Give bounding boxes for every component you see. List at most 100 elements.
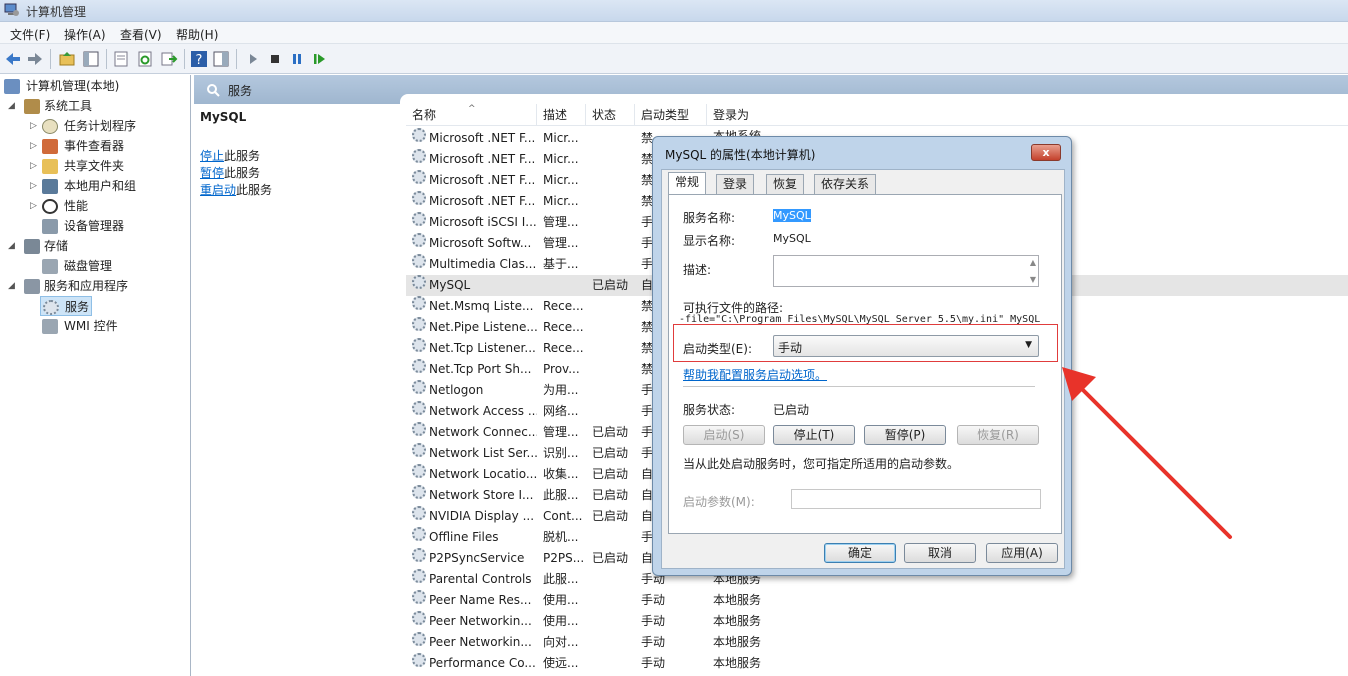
- gear-icon: [412, 317, 426, 331]
- stop-button[interactable]: 停止(T): [773, 425, 855, 445]
- sort-ascending-icon: ^: [468, 104, 476, 114]
- cell-status: 已启动: [592, 467, 629, 481]
- gear-icon: [412, 338, 426, 352]
- service-detail-pane: MySQL 停止此服务 暂停此服务 重启动此服务: [194, 104, 400, 676]
- cell-name: Network Locatio...: [429, 467, 537, 481]
- ok-button[interactable]: 确定: [824, 543, 896, 563]
- up-folder-icon[interactable]: [58, 50, 76, 68]
- refresh-icon[interactable]: [136, 50, 154, 68]
- show-action-pane-icon[interactable]: [212, 50, 230, 68]
- restart-service-icon[interactable]: [310, 50, 328, 68]
- cell-name: Microsoft Softw...: [429, 236, 532, 250]
- cell-status: 已启动: [592, 425, 629, 439]
- collapse-arrow-icon[interactable]: ◢: [8, 236, 18, 256]
- stop-service-link[interactable]: 停止: [200, 149, 224, 163]
- cell-name: Net.Tcp Port Sh...: [429, 362, 532, 376]
- export-list-icon[interactable]: [160, 50, 178, 68]
- pause-button[interactable]: 暂停(P): [864, 425, 946, 445]
- tree-item-event-viewer[interactable]: ▷ 事件查看器: [30, 136, 188, 156]
- cell-name: NVIDIA Display ...: [429, 509, 535, 523]
- menu-action[interactable]: 操作(A): [64, 26, 106, 43]
- cell-description: 为用...: [543, 383, 579, 397]
- column-header-logon[interactable]: 登录为: [707, 104, 767, 126]
- start-params-hint: 当从此处启动服务时，您可指定所适用的启动参数。: [683, 457, 960, 471]
- tree-item-root[interactable]: 计算机管理(本地): [4, 76, 189, 96]
- column-header-description[interactable]: 描述: [537, 104, 586, 126]
- expand-arrow-icon[interactable]: ▷: [30, 116, 40, 136]
- cell-status: 已启动: [592, 446, 629, 460]
- divider: [683, 386, 1035, 387]
- resume-button[interactable]: 恢复(R): [957, 425, 1039, 445]
- table-row[interactable]: Peer Networkin... 使用... 手动 本地服务: [406, 611, 1348, 632]
- properties-icon[interactable]: [112, 50, 130, 68]
- forward-arrow-icon[interactable]: [26, 50, 44, 68]
- expand-arrow-icon[interactable]: ▷: [30, 156, 40, 176]
- expand-arrow-icon[interactable]: ▷: [30, 136, 40, 156]
- menu-file[interactable]: 文件(F): [10, 26, 50, 43]
- pause-service-link[interactable]: 暂停: [200, 166, 224, 180]
- gear-icon: [412, 548, 426, 562]
- scroll-down-icon[interactable]: ▼: [1030, 275, 1036, 284]
- cell-name: Peer Networkin...: [429, 635, 532, 649]
- gear-icon: [412, 611, 426, 625]
- cell-status: 已启动: [592, 488, 629, 502]
- start-params-input[interactable]: [791, 489, 1041, 509]
- menu-help[interactable]: 帮助(H): [176, 26, 218, 43]
- tab-general[interactable]: 常规: [668, 172, 707, 195]
- collapse-arrow-icon[interactable]: ◢: [8, 96, 18, 116]
- gear-icon: [412, 485, 426, 499]
- scroll-up-icon[interactable]: ▲: [1030, 258, 1036, 267]
- expand-arrow-icon[interactable]: ▷: [30, 176, 40, 196]
- column-header-status[interactable]: 状态: [586, 104, 635, 126]
- tab-logon[interactable]: 登录: [716, 174, 755, 194]
- tree-item-system-tools[interactable]: ◢ 系统工具: [8, 96, 188, 116]
- tree-item-services-apps[interactable]: ◢ 服务和应用程序: [8, 276, 188, 296]
- shared-folder-icon: [42, 159, 58, 174]
- search-icon: [207, 84, 220, 97]
- help-icon[interactable]: ?: [190, 50, 208, 68]
- pause-service-icon[interactable]: [288, 50, 306, 68]
- service-name-value[interactable]: MySQL: [773, 209, 811, 222]
- start-service-icon[interactable]: [244, 50, 262, 68]
- table-row[interactable]: Peer Name Res... 使用... 手动 本地服务: [406, 590, 1348, 611]
- cell-description: 使用...: [543, 593, 579, 607]
- collapse-arrow-icon[interactable]: ◢: [8, 276, 18, 296]
- event-log-icon: [42, 139, 58, 154]
- link-suffix: 此服务: [224, 166, 261, 180]
- tree-item-device-manager[interactable]: 设备管理器: [42, 216, 188, 236]
- tree-item-storage[interactable]: ◢ 存储: [8, 236, 188, 256]
- tree-item-shared-folders[interactable]: ▷ 共享文件夹: [30, 156, 188, 176]
- tree-item-wmi[interactable]: WMI 控件: [42, 316, 188, 336]
- table-row[interactable]: Performance Co... 使远... 手动 本地服务: [406, 653, 1348, 674]
- show-hide-tree-icon[interactable]: [82, 50, 100, 68]
- close-icon[interactable]: x: [1031, 144, 1061, 161]
- cell-description: P2PS...: [543, 551, 583, 565]
- cancel-button[interactable]: 取消: [904, 543, 976, 563]
- cell-name: Network Access ...: [429, 404, 537, 418]
- cell-name: Microsoft .NET F...: [429, 173, 536, 187]
- description-box[interactable]: ▲ ▼: [773, 255, 1039, 287]
- svg-text:?: ?: [196, 53, 203, 68]
- column-header-startup-type[interactable]: 启动类型: [635, 104, 707, 126]
- tree-item-services[interactable]: 服务: [40, 296, 92, 316]
- menu-view[interactable]: 查看(V): [120, 26, 162, 43]
- help-configure-link[interactable]: 帮助我配置服务启动选项。: [683, 366, 827, 383]
- tree-item-task-scheduler[interactable]: ▷ 任务计划程序: [30, 116, 188, 136]
- column-header-name[interactable]: 名称 ^: [406, 104, 537, 126]
- tree-item-performance[interactable]: ▷ 性能: [30, 196, 188, 216]
- cell-name: Microsoft iSCSI I...: [429, 215, 537, 229]
- table-row[interactable]: Peer Networkin... 向对... 手动 本地服务: [406, 632, 1348, 653]
- cell-status: 已启动: [592, 509, 629, 523]
- cell-description: 向对...: [543, 635, 579, 649]
- tree-item-local-users[interactable]: ▷ 本地用户和组: [30, 176, 188, 196]
- tree-item-disk-management[interactable]: 磁盘管理: [42, 256, 188, 276]
- stop-service-icon[interactable]: [266, 50, 284, 68]
- back-arrow-icon[interactable]: [4, 50, 22, 68]
- start-button[interactable]: 启动(S): [683, 425, 765, 445]
- pause-service-line: 暂停此服务: [200, 164, 260, 181]
- tab-dependencies[interactable]: 依存关系: [814, 174, 877, 194]
- tab-recovery[interactable]: 恢复: [766, 174, 805, 194]
- apply-button[interactable]: 应用(A): [986, 543, 1058, 563]
- restart-service-link[interactable]: 重启动: [200, 183, 236, 197]
- expand-arrow-icon[interactable]: ▷: [30, 196, 40, 216]
